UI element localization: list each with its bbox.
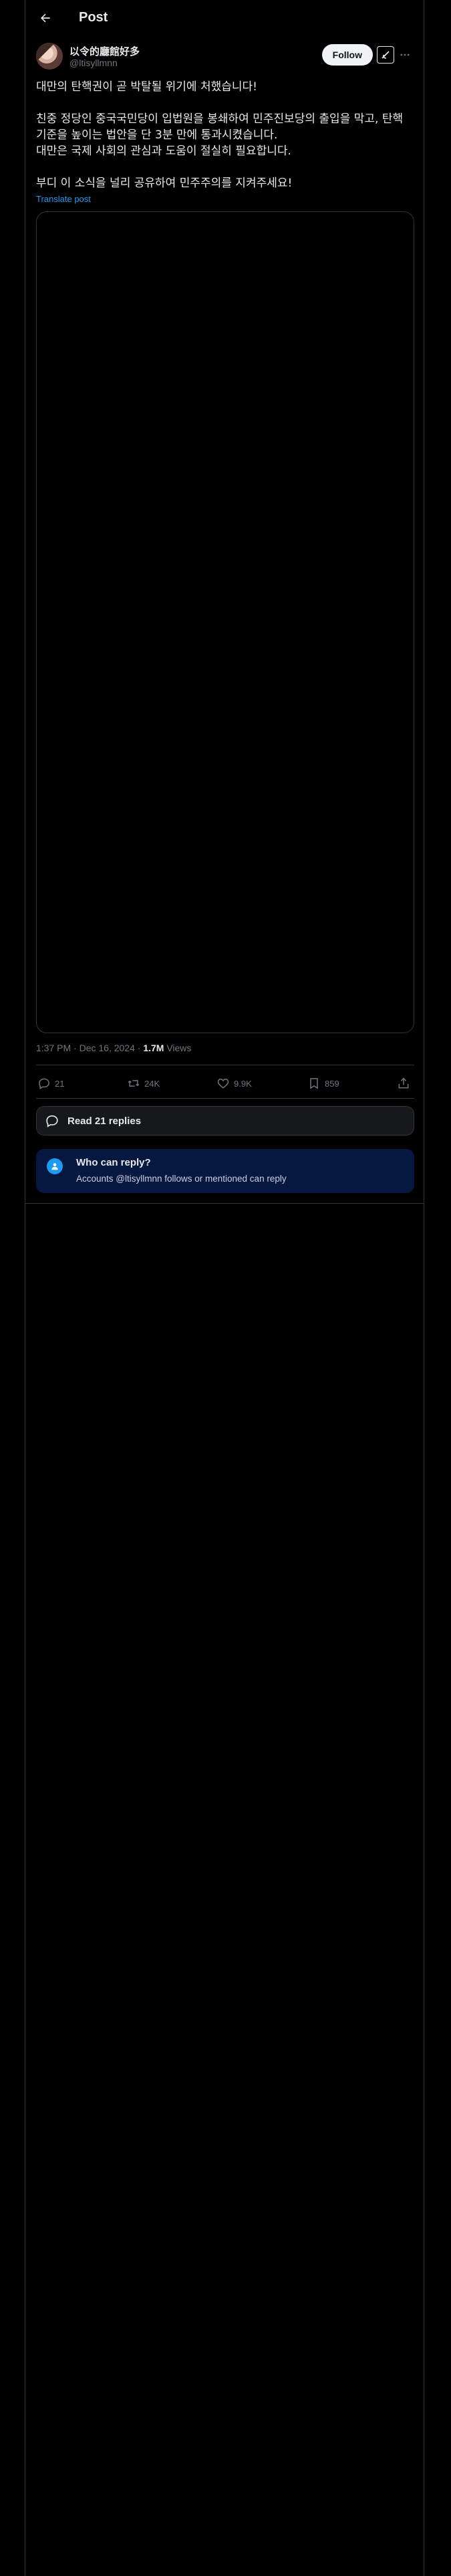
like-count: 9.9K bbox=[234, 1078, 252, 1089]
action-bar: 21 24K 9.9K 859 bbox=[36, 1073, 414, 1094]
divider bbox=[25, 1203, 424, 1204]
post-media[interactable] bbox=[36, 211, 414, 1033]
views-count: 1.7M bbox=[143, 1043, 164, 1053]
post-paragraph: 친중 정당인 중국국민당이 입법원을 봉쇄하여 민주진보당의 출입을 막고, 탄… bbox=[36, 112, 404, 142]
views-label: Views bbox=[164, 1043, 192, 1053]
share-button[interactable] bbox=[397, 1073, 410, 1094]
like-button[interactable]: 9.9K bbox=[216, 1073, 252, 1094]
divider bbox=[36, 1098, 414, 1099]
avatar[interactable] bbox=[36, 43, 63, 70]
more-icon bbox=[400, 53, 410, 56]
repost-count: 24K bbox=[144, 1078, 160, 1089]
translate-post-link[interactable]: Translate post bbox=[36, 194, 91, 204]
grok-icon bbox=[382, 51, 390, 59]
post-paragraph: 부디 이 소식을 널리 공유하여 민주주의를 지켜주세요! bbox=[36, 177, 293, 190]
reply-bubble-icon bbox=[46, 1115, 58, 1128]
who-can-reply-title: Who can reply? bbox=[76, 1157, 151, 1168]
author-display-name[interactable]: 以令的廳館好多 bbox=[69, 44, 140, 58]
reply-icon bbox=[39, 1078, 49, 1089]
back-button[interactable] bbox=[34, 7, 57, 29]
who-can-reply-notice: Who can reply? Accounts @ltisyllmnn foll… bbox=[36, 1149, 414, 1193]
user-badge-icon bbox=[47, 1158, 63, 1174]
reply-button[interactable]: 21 bbox=[37, 1073, 64, 1094]
post-timestamp[interactable]: 1:37 PM · Dec 16, 2024 · bbox=[36, 1043, 143, 1053]
author-row: 以令的廳館好多 @ltisyllmnn Follow bbox=[36, 41, 417, 71]
page-title: Post bbox=[79, 10, 108, 25]
repost-icon bbox=[128, 1080, 140, 1087]
heart-icon bbox=[217, 1078, 229, 1089]
grok-button[interactable] bbox=[377, 46, 394, 64]
arrow-left-icon bbox=[41, 13, 50, 22]
bookmark-button[interactable]: 859 bbox=[307, 1073, 339, 1094]
main-column: Post 以令的廳館好多 @ltisyllmnn Follow 대만의 탄핵권이… bbox=[25, 0, 424, 2576]
follow-button[interactable]: Follow bbox=[321, 44, 373, 66]
reply-count: 21 bbox=[55, 1078, 65, 1089]
read-replies-button[interactable]: Read 21 replies bbox=[36, 1106, 414, 1136]
post-meta: 1:37 PM · Dec 16, 2024 · 1.7M Views bbox=[36, 1043, 191, 1053]
bookmark-icon bbox=[310, 1078, 318, 1089]
who-can-reply-description: Accounts @ltisyllmnn follows or mentione… bbox=[76, 1174, 287, 1184]
more-options-button[interactable] bbox=[397, 47, 413, 63]
repost-button[interactable]: 24K bbox=[127, 1073, 160, 1094]
bookmark-count: 859 bbox=[325, 1078, 339, 1089]
post-paragraph: 대만은 국제 사회의 관심과 도움이 절실히 필요합니다. bbox=[36, 144, 291, 158]
author-handle[interactable]: @ltisyllmnn bbox=[69, 58, 118, 68]
post-text: 대만의 탄핵권이 곧 박탈될 위기에 처했습니다! 친중 정당인 중국국민당이 … bbox=[36, 79, 414, 191]
post-paragraph: 대만의 탄핵권이 곧 박탈될 위기에 처했습니다! bbox=[36, 80, 257, 94]
read-replies-label: Read 21 replies bbox=[67, 1115, 142, 1127]
header: Post bbox=[25, 0, 424, 35]
share-icon bbox=[398, 1077, 409, 1089]
